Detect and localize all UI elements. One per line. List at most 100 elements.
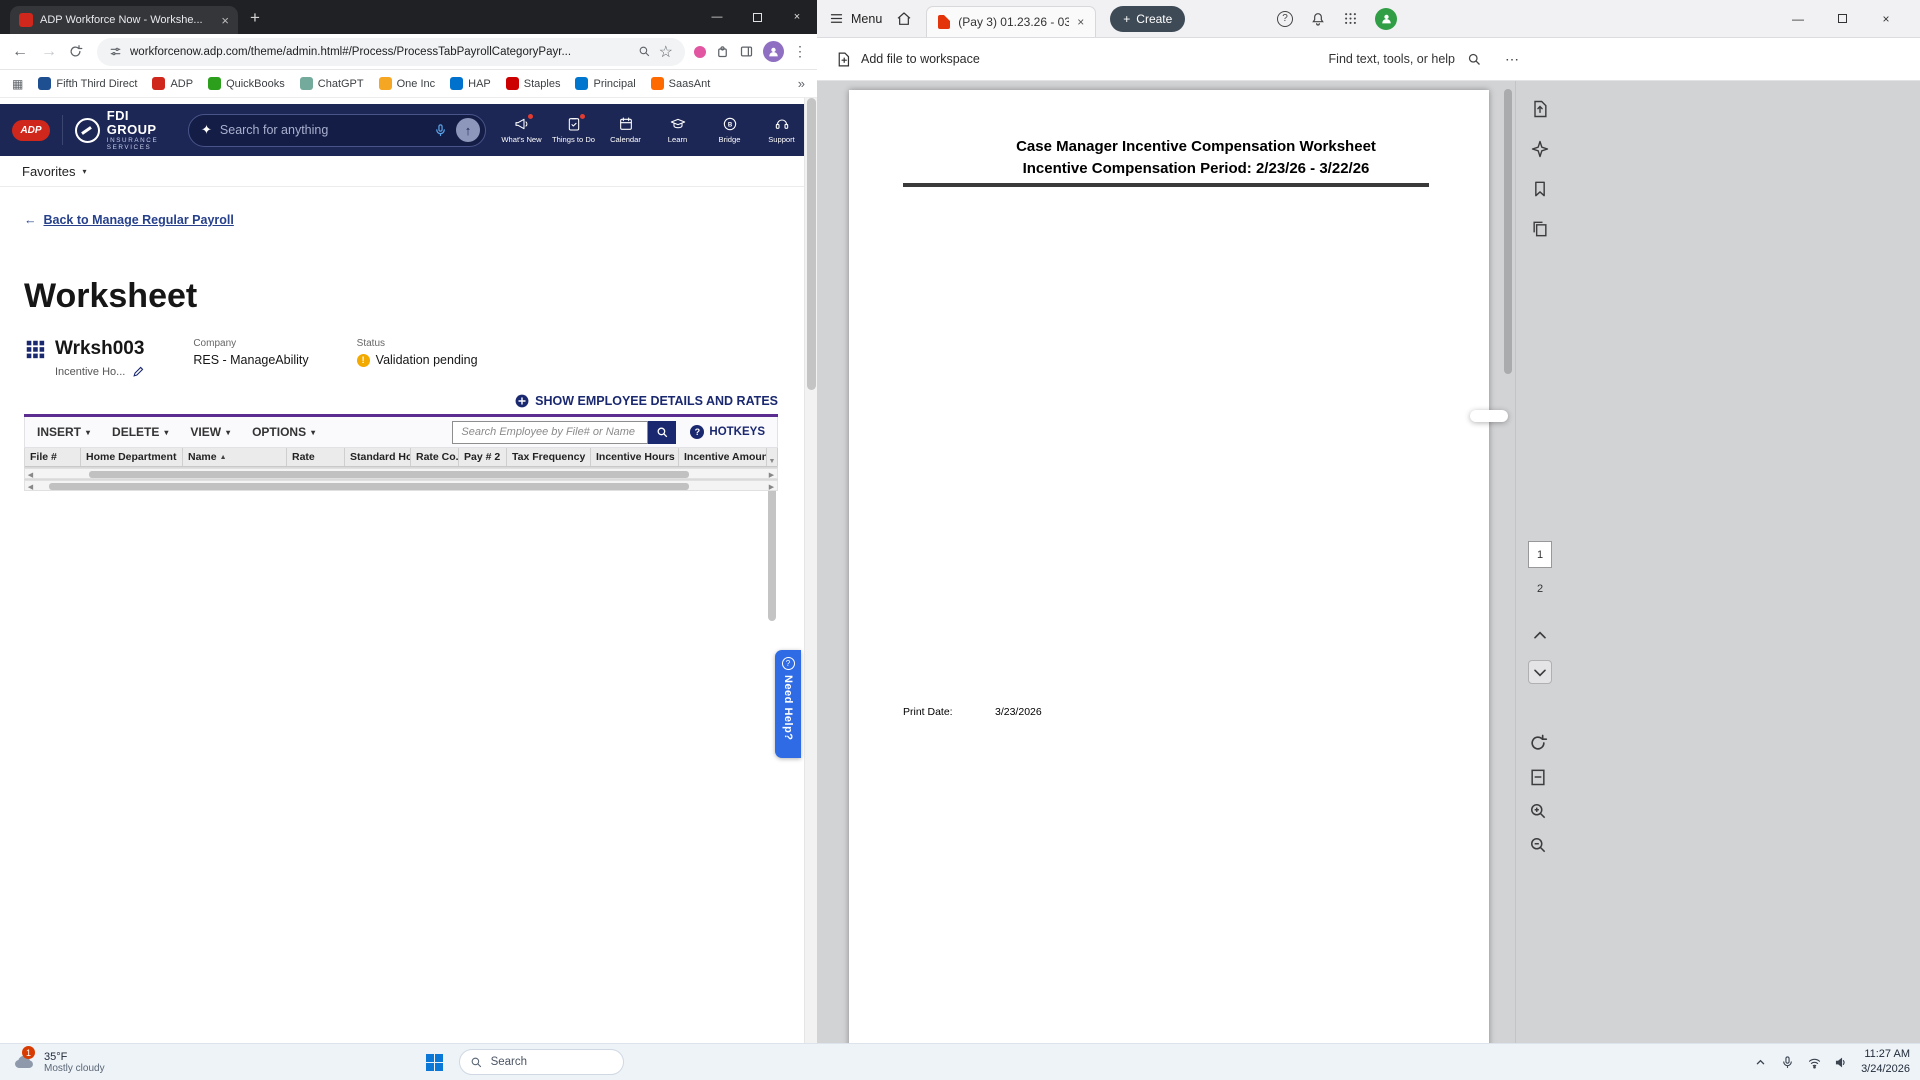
acrobat-help-icon[interactable]: ? [1277,10,1293,27]
add-file-button[interactable]: Add file to workspace [835,51,980,68]
side-panel-icon[interactable] [739,44,754,59]
bookmark-star-icon[interactable]: ☆ [659,42,673,62]
password-manager-icon[interactable] [694,45,706,58]
hotkeys-button[interactable]: ? HOTKEYS [690,425,765,439]
bookmark-item[interactable]: HAP [450,77,491,90]
bookmark-item[interactable]: Staples [505,77,560,90]
bookmark-item[interactable]: QuickBooks [208,77,285,90]
zoom-in-icon[interactable] [1528,801,1548,821]
show-details-link[interactable]: SHOW EMPLOYEE DETAILS AND RATES [515,394,778,408]
home-icon[interactable] [896,11,912,27]
minimize-button[interactable]: — [1776,12,1820,26]
chevron-up-icon[interactable] [1530,626,1550,646]
menu-delete[interactable]: DELETE ▾ [112,425,168,439]
zoom-out-icon[interactable] [1528,835,1548,855]
chevron-down-icon[interactable] [1528,660,1552,684]
bookmark-item[interactable]: Fifth Third Direct [38,77,137,90]
export-pdf-icon[interactable] [1530,99,1550,119]
grid-column-header[interactable]: Incentive Hours [591,448,679,466]
apps-grid-icon[interactable] [1343,11,1358,26]
hidden-icons-chevron-icon[interactable] [1753,1055,1768,1070]
weather-widget[interactable]: 1 35°F Mostly cloudy [0,1044,117,1080]
search-submit-button[interactable]: ↑ [456,118,480,142]
create-button[interactable]: + Create [1110,5,1186,32]
scroll-right-icon[interactable]: ▶ [766,481,777,492]
taskbar-search[interactable]: Search [458,1049,624,1075]
browser-scrollbar-thumb[interactable] [807,98,816,390]
adp-nav-support[interactable]: Support [758,116,805,144]
back-link[interactable]: ← Back to Manage Regular Payroll [24,187,793,227]
grid-hscroll-thumb[interactable] [89,471,689,478]
browser-tab[interactable]: ADP Workforce Now - Workshe... × [10,6,238,34]
bookmark-item[interactable]: ChatGPT [299,77,364,90]
find-bar[interactable]: Find text, tools, or help [1329,52,1482,67]
adp-nav-bridge[interactable]: B Bridge [706,116,753,144]
more-options-icon[interactable]: ⋯ [1505,51,1520,68]
back-button[interactable]: ← [10,43,30,61]
adp-nav-learn[interactable]: Learn [654,116,701,144]
tab-close-icon[interactable]: × [221,13,229,28]
reload-button[interactable] [68,44,88,59]
adp-nav-things-to-do[interactable]: Things to Do [550,113,597,144]
taskbar-clock[interactable]: 11:27 AM 3/24/2026 [1861,1047,1910,1077]
grid-search-input[interactable]: Search Employee by File# or Name [452,420,649,444]
maximize-button[interactable] [1820,14,1864,23]
favorites-label[interactable]: Favorites [22,164,75,179]
pages-panel-icon[interactable] [1530,219,1550,239]
ai-assistant-icon[interactable] [1530,139,1550,159]
scroll-right-icon[interactable]: ▶ [766,469,777,480]
browser-scrollbar[interactable] [804,98,817,1043]
menu-view[interactable]: VIEW ▾ [190,425,230,439]
need-help-tab[interactable]: ? Need Help? [775,650,801,758]
maximize-button[interactable] [737,12,777,22]
bookmarks-overflow-icon[interactable]: » [798,76,805,91]
refresh-icon[interactable] [1528,733,1548,753]
adp-logo[interactable]: ADP [12,119,50,141]
adp-search-bar[interactable]: ✦ Search for anything ↑ [188,113,486,147]
close-button[interactable]: × [777,11,817,23]
bookmark-item[interactable]: Principal [575,77,636,90]
browser-menu-icon[interactable]: ⋮ [793,43,807,60]
document-tab[interactable]: (Pay 3) 01.23.26 - 03.22.2... × [926,6,1097,37]
grid-column-header[interactable]: Pay # 2 [459,448,507,466]
search-tabs-icon[interactable] [638,45,651,58]
close-button[interactable]: × [1864,12,1908,26]
grid-column-header[interactable]: Tax Frequency [507,448,591,466]
footer-horizontal-scrollbar[interactable]: ◀ ▶ [24,480,778,491]
menu-insert[interactable]: INSERT ▾ [37,425,90,439]
account-avatar[interactable] [1375,7,1397,30]
grid-column-header[interactable]: File # [25,448,81,466]
profile-avatar[interactable] [763,41,784,62]
grid-horizontal-scrollbar[interactable]: ◀ ▶ [24,468,778,479]
page-number-1[interactable]: 1 [1528,541,1552,568]
start-button[interactable] [417,1044,453,1080]
scroll-left-icon[interactable]: ◀ [25,481,36,492]
forward-button[interactable]: → [39,43,59,61]
edit-pencil-icon[interactable] [132,365,145,378]
notifications-bell-icon[interactable] [1310,11,1326,27]
grid-column-header[interactable]: Incentive Amount [679,448,767,466]
bookmark-item[interactable]: One Inc [378,77,435,90]
extensions-icon[interactable] [715,44,730,59]
wifi-icon[interactable] [1807,1055,1822,1070]
mic-icon[interactable] [1780,1055,1795,1070]
minimize-button[interactable]: — [697,11,737,23]
acrobat-menu-button[interactable]: Menu [829,11,882,26]
grid-vscroll-thumb[interactable] [768,481,776,621]
new-tab-button[interactable]: + [250,8,260,28]
grid-column-header[interactable]: Rate Co... [411,448,459,466]
adp-nav-what-s-new[interactable]: What's New [498,113,545,144]
bookmark-icon[interactable] [1530,179,1550,199]
grid-column-header[interactable]: Rate [287,448,345,466]
mic-icon[interactable] [433,123,448,138]
footer-hscroll-thumb[interactable] [49,483,689,490]
volume-icon[interactable] [1834,1055,1849,1070]
grid-column-header[interactable]: Name ▲ [183,448,287,466]
scroll-left-icon[interactable]: ◀ [25,469,36,480]
pdf-scrollbar-thumb[interactable] [1504,89,1512,374]
url-bar[interactable]: workforcenow.adp.com/theme/admin.html#/P… [97,37,685,66]
grid-column-header[interactable]: Home Department [81,448,183,466]
scroll-down-icon[interactable]: ▼ [766,455,778,467]
site-info-icon[interactable] [109,45,122,58]
bookmark-item[interactable]: ADP [152,77,193,90]
